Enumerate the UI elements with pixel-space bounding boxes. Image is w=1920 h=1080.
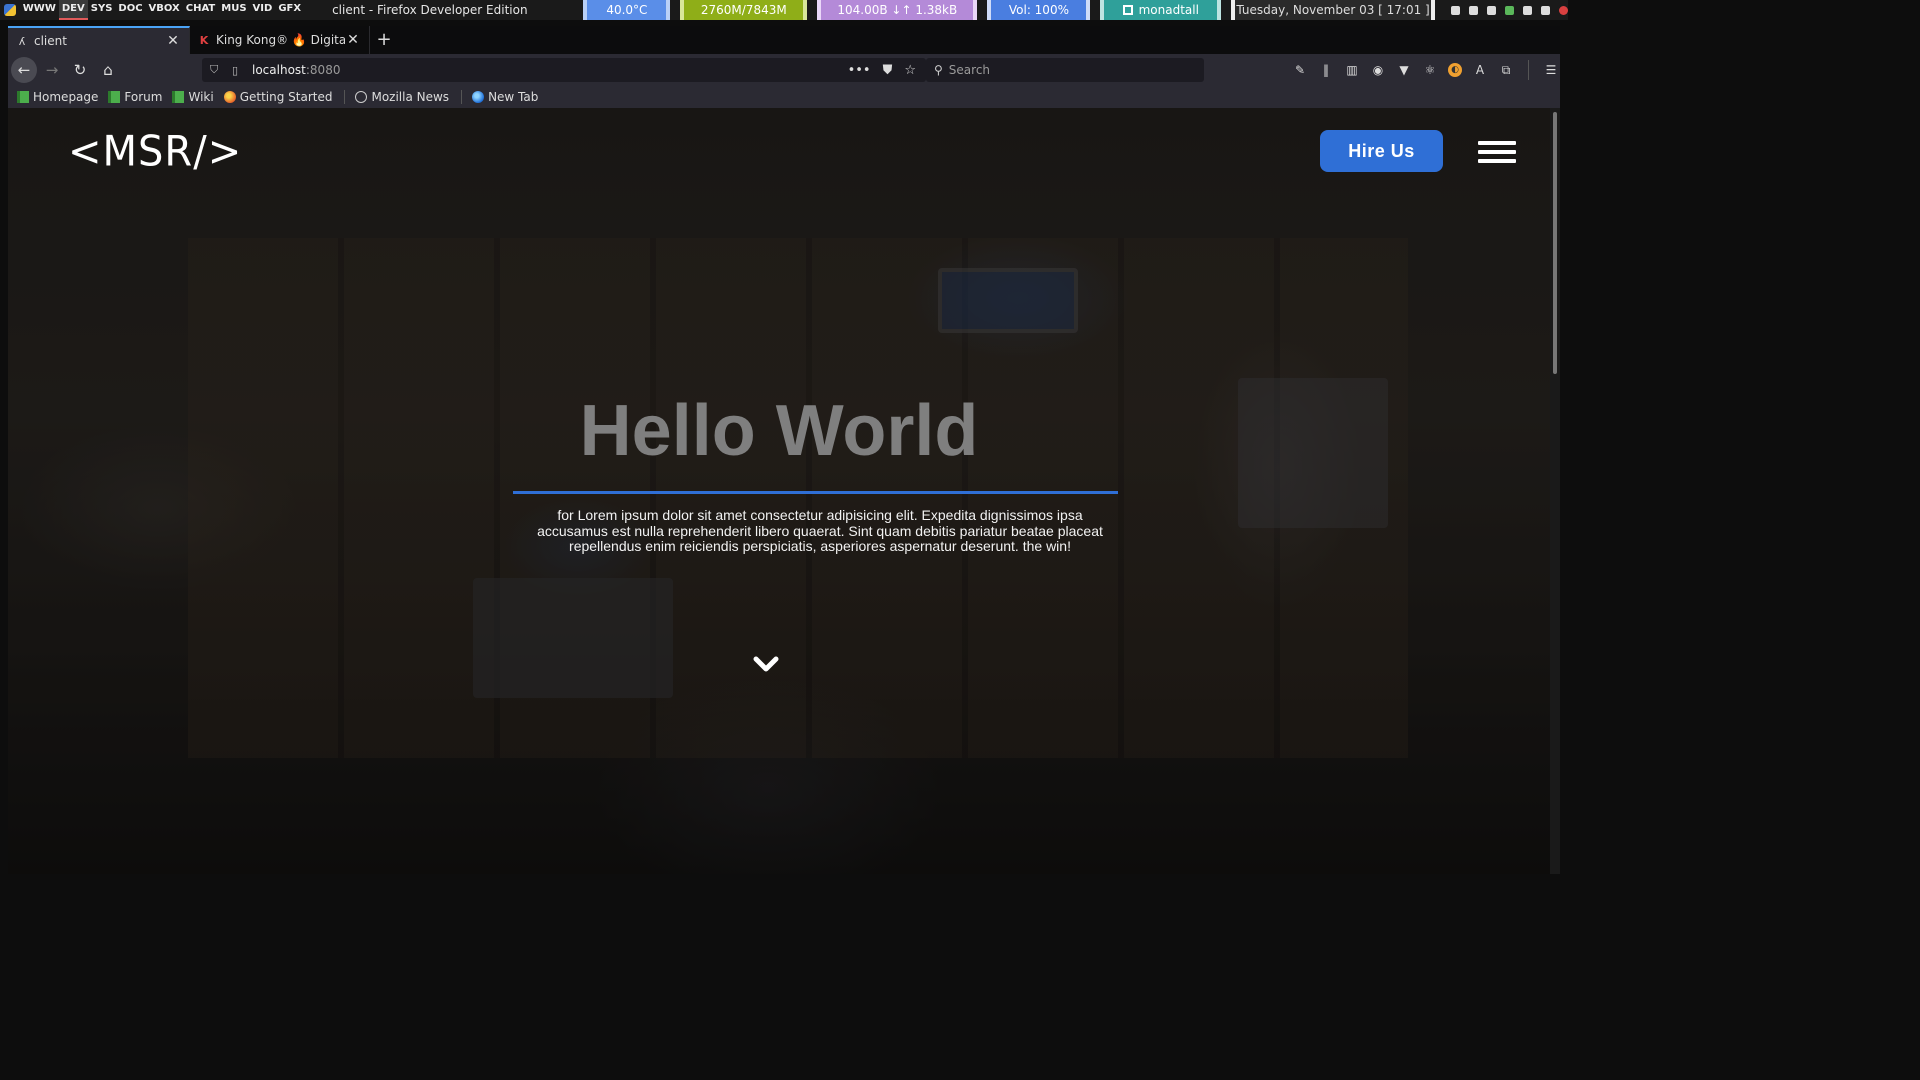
search-bar[interactable]: ⚲ Search bbox=[926, 58, 1204, 82]
bookmark-label: Forum bbox=[124, 90, 163, 104]
forward-button[interactable]: → bbox=[39, 57, 65, 83]
scrollbar-thumb[interactable] bbox=[1553, 112, 1557, 374]
reload-button[interactable]: ↻ bbox=[67, 57, 93, 83]
bluetooth-icon[interactable] bbox=[1468, 5, 1478, 15]
hero-description: for Lorem ipsum dolor sit amet consectet… bbox=[537, 507, 1103, 554]
wifi-icon[interactable] bbox=[1450, 5, 1460, 15]
manjaro-icon bbox=[108, 91, 121, 103]
layout-icon bbox=[1122, 5, 1133, 15]
page-info-icon[interactable]: ▯ bbox=[232, 64, 246, 77]
bookmark-label: Wiki bbox=[188, 90, 214, 104]
network-widget: 104.00B ↓↑ 1.38kB bbox=[817, 0, 978, 20]
workspace-www[interactable]: WWW bbox=[20, 0, 59, 20]
battery-icon[interactable] bbox=[1486, 5, 1496, 15]
firefox-icon bbox=[223, 91, 236, 103]
close-tab-icon[interactable]: ✕ bbox=[165, 33, 181, 49]
search-icon: ⚲ bbox=[934, 63, 943, 77]
bookmark-getting-started[interactable]: Getting Started bbox=[223, 90, 333, 104]
layout-widget[interactable]: monadtall bbox=[1100, 0, 1222, 20]
workspace-vid[interactable]: VID bbox=[250, 0, 276, 20]
tab-client[interactable]: ʎ client ✕ bbox=[8, 26, 190, 54]
workspace-chat[interactable]: CHAT bbox=[183, 0, 219, 20]
bookmark-label: Getting Started bbox=[239, 90, 333, 104]
back-button[interactable]: ← bbox=[11, 57, 37, 83]
tab-label: King Kong® 🔥 Digital D bbox=[216, 33, 345, 47]
dev-edition-icon: ʎ bbox=[18, 34, 26, 48]
bookmark-forum[interactable]: Forum bbox=[108, 90, 162, 104]
window-title: client - Firefox Developer Edition bbox=[332, 3, 528, 17]
home-button[interactable]: ⌂ bbox=[95, 57, 121, 83]
new-tab-button[interactable]: + bbox=[370, 26, 398, 54]
bookmark-label: Mozilla News bbox=[371, 90, 450, 104]
workspace-gfx[interactable]: GFX bbox=[275, 0, 304, 20]
logo-text: <MSR/> bbox=[68, 127, 243, 177]
screenshot-icon[interactable]: ⧉ bbox=[1498, 62, 1514, 78]
sidebar-icon[interactable]: ▥ bbox=[1344, 62, 1360, 78]
font-extension-icon[interactable]: A bbox=[1472, 62, 1488, 78]
page-viewport: <MSR/> Hire Us Hello World for Lorem ips… bbox=[8, 108, 1550, 874]
workspace-dev[interactable]: DEV bbox=[58, 0, 88, 20]
workspace-vbox[interactable]: VBOX bbox=[146, 0, 183, 20]
bookmarks-bar: Homepage Forum Wiki Getting Started Mozi… bbox=[8, 86, 1560, 108]
tab-king-kong[interactable]: K King Kong® 🔥 Digital D ✕ bbox=[190, 26, 370, 54]
hire-us-button[interactable]: Hire Us bbox=[1320, 130, 1443, 172]
bookmark-star-icon[interactable]: ☆ bbox=[904, 63, 916, 78]
workspace-mus[interactable]: MUS bbox=[218, 0, 249, 20]
url-host: localhost bbox=[252, 63, 306, 77]
bookmark-separator bbox=[461, 90, 463, 104]
bookmark-label: New Tab bbox=[488, 90, 539, 104]
usb-icon[interactable] bbox=[1540, 5, 1550, 15]
location-icon[interactable] bbox=[1522, 5, 1532, 15]
globe-icon bbox=[355, 91, 368, 103]
bookmark-mozilla-news[interactable]: Mozilla News bbox=[355, 90, 449, 104]
tab-bar: ʎ client ✕ K King Kong® 🔥 Digital D ✕ + bbox=[8, 26, 1560, 54]
toolbar-icons: ✎ ‖ ▥ ◉ ▼ ⚛ ◐ A ⧉ ☰ bbox=[1292, 58, 1559, 82]
layout-label: monadtall bbox=[1138, 3, 1199, 17]
workspace-doc[interactable]: DOC bbox=[115, 0, 145, 20]
temperature-widget: 40.0°C bbox=[583, 0, 671, 20]
memory-widget: 2760M/7843M bbox=[680, 0, 808, 20]
react-devtools-icon[interactable]: ⚛ bbox=[1422, 62, 1438, 78]
python-logo-icon bbox=[0, 0, 20, 20]
tab-label: client bbox=[34, 34, 67, 48]
nav-bar: ← → ↻ ⌂ ⛉ ▯ localhost:8080 ••• ⛊ ☆ ⚲ Sea… bbox=[8, 54, 1560, 86]
page-actions-icon[interactable]: ••• bbox=[848, 63, 871, 78]
workspace-sys[interactable]: SYS bbox=[88, 0, 116, 20]
close-tab-icon[interactable]: ✕ bbox=[345, 32, 361, 48]
url-port: :8080 bbox=[305, 63, 341, 77]
bookmark-label: Homepage bbox=[33, 90, 99, 104]
system-bar: WWW DEV SYS DOC VBOX CHAT MUS VID GFX cl… bbox=[0, 0, 1568, 20]
extension-orange-icon[interactable]: ◐ bbox=[1448, 63, 1462, 77]
kingkong-icon: K bbox=[199, 33, 209, 47]
url-bar[interactable]: ⛉ ▯ localhost:8080 ••• ⛊ ☆ bbox=[202, 58, 926, 82]
bookmark-homepage[interactable]: Homepage bbox=[17, 90, 98, 104]
network-manager-icon[interactable] bbox=[1504, 5, 1514, 15]
pocket-icon[interactable]: ⛊ bbox=[883, 63, 893, 78]
menu-icon[interactable]: ☰ bbox=[1543, 62, 1559, 78]
firefox-dev-icon bbox=[472, 91, 485, 103]
search-placeholder: Search bbox=[948, 63, 991, 77]
hero-divider bbox=[513, 491, 1118, 494]
tracking-shield-icon[interactable]: ⛉ bbox=[210, 63, 224, 77]
manjaro-icon bbox=[17, 91, 29, 103]
notification-icon[interactable] bbox=[1558, 5, 1568, 15]
hero-title: Hello World bbox=[579, 391, 979, 471]
toolbar-divider bbox=[1528, 60, 1529, 80]
devtools-wrench-icon[interactable]: ✎ bbox=[1292, 62, 1308, 78]
page-scrollbar[interactable] bbox=[1550, 108, 1560, 874]
vue-devtools-icon[interactable]: ▼ bbox=[1396, 62, 1412, 78]
hamburger-menu-icon[interactable] bbox=[1478, 141, 1516, 163]
extension-globe-icon[interactable]: ◉ bbox=[1370, 62, 1386, 78]
library-icon[interactable]: ‖ bbox=[1318, 62, 1334, 78]
site-logo[interactable]: <MSR/> bbox=[68, 128, 242, 176]
chevron-down-icon[interactable] bbox=[752, 653, 780, 675]
bookmark-new-tab[interactable]: New Tab bbox=[472, 90, 538, 104]
bookmark-separator bbox=[344, 90, 346, 104]
window-bottom-edge bbox=[0, 874, 1568, 882]
volume-widget[interactable]: Vol: 100% bbox=[987, 0, 1091, 20]
bookmark-wiki[interactable]: Wiki bbox=[172, 90, 214, 104]
system-tray bbox=[1450, 5, 1568, 15]
manjaro-icon bbox=[172, 91, 185, 103]
clock-widget: Tuesday, November 03 [ 17:01 ] bbox=[1231, 0, 1435, 20]
